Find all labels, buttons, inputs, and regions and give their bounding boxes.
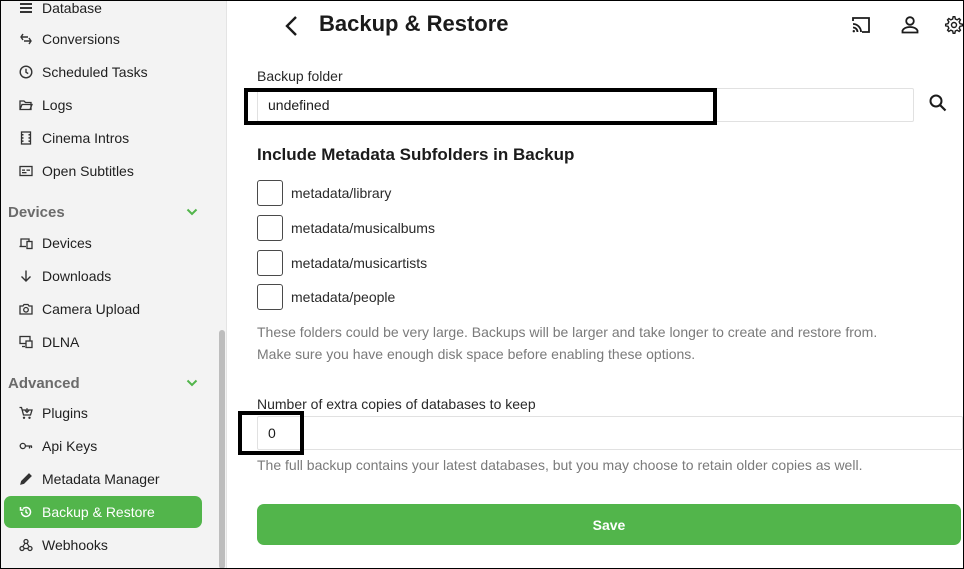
checkbox-row-library[interactable]: metadata/library [257,180,391,206]
settings-button[interactable] [944,13,964,37]
subtitles-icon [19,164,33,178]
devices-icon [19,236,33,250]
sidebar-item-label: Api Keys [42,438,98,454]
chevron-down-icon [186,379,198,387]
checkbox-row-people[interactable]: metadata/people [257,284,395,310]
section-devices[interactable]: Devices [8,201,200,223]
sidebar-item-label: Logs [42,97,73,113]
chevron-down-icon [186,208,198,216]
sidebar-item-database[interactable]: Database [4,1,202,24]
user-button[interactable] [898,13,922,37]
pencil-icon [19,472,33,486]
checkbox[interactable] [257,250,283,276]
sidebar-item-label: Plugins [42,405,88,421]
checkbox-label: metadata/musicartists [291,255,428,271]
sidebar-item-backup-restore[interactable]: Backup & Restore [4,496,202,528]
user-icon [901,16,919,34]
sidebar: Database Conversions Scheduled Tasks Log… [1,1,227,568]
checkbox[interactable] [257,284,283,310]
sidebar-item-webhooks[interactable]: Webhooks [4,529,202,561]
sidebar-item-label: Metadata Manager [42,471,160,487]
section-title: Advanced [8,374,80,392]
dlna-icon [19,335,33,349]
sidebar-scrollbar[interactable] [219,330,225,569]
sidebar-item-label: Downloads [42,268,112,284]
download-arrow-icon [19,269,33,283]
clock-icon [19,65,33,79]
browse-folder-button[interactable] [924,89,952,117]
list-icon [19,1,33,15]
sidebar-item-label: Webhooks [42,537,108,553]
section-advanced[interactable]: Advanced [8,372,200,394]
subfolders-heading: Include Metadata Subfolders in Backup [257,145,575,164]
key-icon [19,439,33,453]
checkbox-row-musicartists[interactable]: metadata/musicartists [257,250,427,276]
search-icon [929,94,947,112]
camera-icon [19,302,33,316]
subfolders-help-line2: Make sure you have enough disk space bef… [257,346,696,362]
copies-input[interactable]: 0 [257,416,963,450]
sidebar-item-cinema-intros[interactable]: Cinema Intros [4,122,202,154]
sidebar-item-downloads[interactable]: Downloads [4,260,202,292]
restore-icon [19,505,33,519]
back-button[interactable] [282,12,302,40]
gear-icon [944,15,964,35]
cast-icon [852,17,870,33]
sidebar-item-dlna[interactable]: DLNA [4,326,202,358]
sidebar-item-camera-upload[interactable]: Camera Upload [4,293,202,325]
checkbox[interactable] [257,215,283,241]
sidebar-item-open-subtitles[interactable]: Open Subtitles [4,155,202,187]
backup-folder-input[interactable]: undefined [257,88,914,122]
sidebar-item-api-keys[interactable]: Api Keys [4,430,202,462]
page-title: Backup & Restore [319,11,509,36]
sidebar-item-label: Conversions [42,31,120,47]
convert-icon [19,32,33,46]
backup-folder-label: Backup folder [257,68,343,84]
sidebar-item-devices[interactable]: Devices [4,227,202,259]
sidebar-item-label: Cinema Intros [42,130,130,146]
sidebar-item-label: Database [42,1,102,16]
sidebar-item-label: DLNA [42,334,80,350]
subfolders-help-line1: These folders could be very large. Backu… [257,324,878,340]
sidebar-item-metadata-manager[interactable]: Metadata Manager [4,463,202,495]
sidebar-item-label: Backup & Restore [42,504,155,520]
copies-label: Number of extra copies of databases to k… [257,396,536,412]
checkbox-row-musicalbums[interactable]: metadata/musicalbums [257,215,435,241]
sidebar-item-label: Scheduled Tasks [42,64,148,80]
checkbox-label: metadata/people [291,289,396,305]
sidebar-item-conversions[interactable]: Conversions [4,23,202,55]
cast-button[interactable] [849,13,873,37]
save-button[interactable]: Save [257,504,961,545]
checkbox-label: metadata/musicalbums [291,220,435,236]
checkbox-label: metadata/library [291,185,392,201]
section-title: Devices [8,203,65,221]
copies-help: The full backup contains your latest dat… [257,457,863,473]
sidebar-item-label: Open Subtitles [42,163,134,179]
sidebar-item-plugins[interactable]: Plugins [4,397,202,429]
webhook-icon [19,538,33,552]
cart-icon [19,406,33,420]
checkbox[interactable] [257,180,283,206]
chevron-left-icon [285,16,297,36]
sidebar-item-label: Camera Upload [42,301,141,317]
sidebar-item-label: Devices [42,235,92,251]
sidebar-item-logs[interactable]: Logs [4,89,202,121]
sidebar-item-scheduled-tasks[interactable]: Scheduled Tasks [4,56,202,88]
folder-open-icon [19,98,33,112]
film-icon [19,131,33,145]
